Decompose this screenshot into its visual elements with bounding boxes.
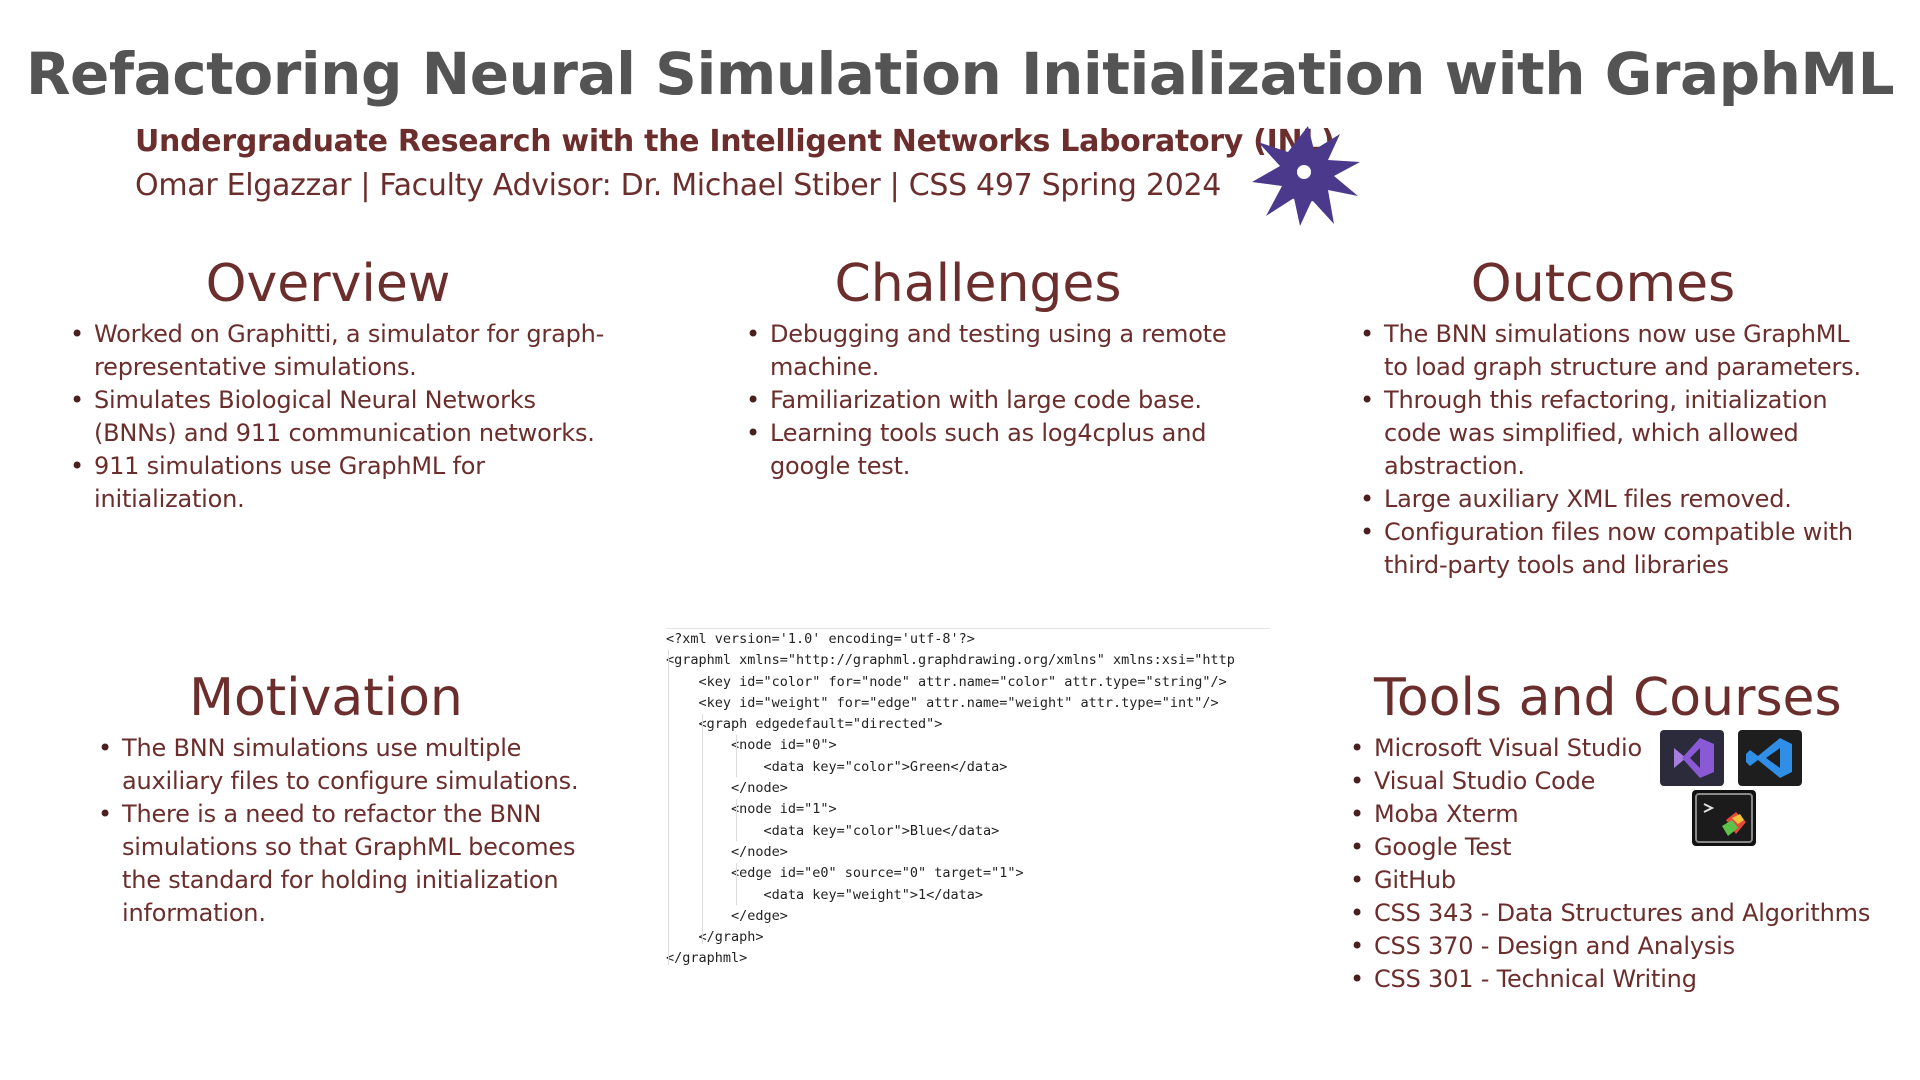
- neuron-logo-icon: [1252, 126, 1360, 226]
- list-item: Moba Xterm: [1350, 798, 1888, 831]
- list-item: Visual Studio Code: [1350, 765, 1888, 798]
- motivation-heading: Motivation: [189, 668, 463, 728]
- code-line: </node>: [666, 843, 788, 860]
- code-line: </edge>: [666, 907, 788, 924]
- list-item: Debugging and testing using a remote mac…: [746, 318, 1238, 384]
- tools-list: Microsoft Visual Studio Visual Studio Co…: [1348, 732, 1888, 996]
- code-line: <graphml xmlns="http://graphml.graphdraw…: [666, 652, 1235, 669]
- code-line: <data key="weight">1</data>: [666, 886, 983, 903]
- code-line: </graphml>: [666, 950, 748, 967]
- list-item: Microsoft Visual Studio: [1350, 732, 1888, 765]
- motivation-section: Motivation The BNN simulations use multi…: [96, 668, 616, 930]
- list-item: Learning tools such as log4cplus and goo…: [746, 417, 1238, 483]
- list-item: Simulates Biological Neural Networks (BN…: [70, 384, 608, 450]
- vscode-icon: [1738, 730, 1802, 786]
- list-item: Configuration files now compatible with …: [1360, 516, 1878, 582]
- list-item: The BNN simulations now use GraphML to l…: [1360, 318, 1878, 384]
- code-line: </node>: [666, 780, 788, 797]
- poster-byline: Omar Elgazzar | Faculty Advisor: Dr. Mic…: [135, 168, 1222, 203]
- code-line: <data key="color">Blue</data>: [666, 822, 1000, 839]
- code-line: <node id="1">: [666, 801, 837, 818]
- list-item: Worked on Graphitti, a simulator for gra…: [70, 318, 608, 384]
- mobaxterm-icon: [1692, 790, 1756, 846]
- motivation-list: The BNN simulations use multiple auxilia…: [96, 732, 616, 930]
- code-line: <key id="weight" for="edge" attr.name="w…: [666, 694, 1219, 711]
- code-line: <edge id="e0" source="0" target="1">: [666, 865, 1024, 882]
- overview-section: Overview Worked on Graphitti, a simulato…: [68, 254, 608, 516]
- poster-title: Refactoring Neural Simulation Initializa…: [25, 40, 1895, 108]
- outcomes-list: The BNN simulations now use GraphML to l…: [1358, 318, 1878, 582]
- code-line: </graph>: [666, 929, 764, 946]
- list-item: GitHub: [1350, 864, 1888, 897]
- list-item: Large auxiliary XML files removed.: [1360, 483, 1878, 516]
- code-line: <node id="0">: [666, 737, 837, 754]
- list-item: CSS 343 - Data Structures and Algorithms: [1350, 897, 1888, 930]
- list-item: Through this refactoring, initialization…: [1360, 384, 1878, 483]
- list-item: Familiarization with large code base.: [746, 384, 1238, 417]
- code-line: <graph edgedefault="directed">: [666, 716, 943, 733]
- tools-heading: Tools and Courses: [1374, 668, 1842, 728]
- poster-subtitle: Undergraduate Research with the Intellig…: [135, 124, 1335, 159]
- list-item: CSS 301 - Technical Writing: [1350, 963, 1888, 996]
- outcomes-section: Outcomes The BNN simulations now use Gra…: [1348, 254, 1878, 582]
- list-item: 911 simulations use GraphML for initiali…: [70, 450, 608, 516]
- list-item: CSS 370 - Design and Analysis: [1350, 930, 1888, 963]
- code-line: <key id="color" for="node" attr.name="co…: [666, 673, 1227, 690]
- visual-studio-icon: [1660, 730, 1724, 786]
- overview-heading: Overview: [205, 254, 451, 314]
- graphml-code-snippet: <?xml version='1.0' encoding='utf-8'?> <…: [666, 628, 1270, 967]
- outcomes-heading: Outcomes: [1470, 254, 1736, 314]
- challenges-list: Debugging and testing using a remote mac…: [744, 318, 1238, 483]
- list-item: The BNN simulations use multiple auxilia…: [98, 732, 616, 798]
- code-line: <?xml version='1.0' encoding='utf-8'?>: [666, 631, 975, 647]
- list-item: Google Test: [1350, 831, 1888, 864]
- challenges-heading: Challenges: [834, 254, 1122, 314]
- challenges-section: Challenges Debugging and testing using a…: [718, 254, 1238, 483]
- overview-list: Worked on Graphitti, a simulator for gra…: [68, 318, 608, 516]
- code-line: <data key="color">Green</data>: [666, 758, 1008, 775]
- tools-section: Tools and Courses Microsoft Visual Studi…: [1348, 668, 1888, 996]
- list-item: There is a need to refactor the BNN simu…: [98, 798, 616, 930]
